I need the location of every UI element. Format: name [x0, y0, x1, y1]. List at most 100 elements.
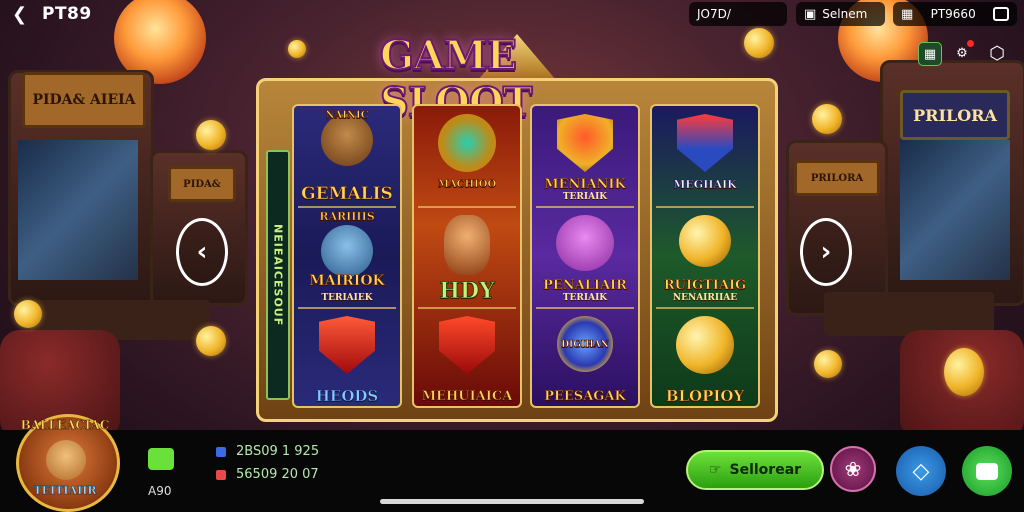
side-rail-text: NEIEAICESOUF	[271, 223, 285, 327]
avatar-face-icon	[46, 440, 86, 480]
status-pill-text: JO7D/	[697, 7, 731, 21]
warrior-woman-icon	[321, 225, 373, 277]
purple-cat-icon	[556, 215, 614, 271]
slot-symbol[interactable]: DIGIHAN PEESAGAK	[532, 308, 638, 406]
diamond-outline-icon: ◇	[912, 458, 930, 484]
reel-1: NAINIC GEMALIS RARIIIIS MAIRIOK TERIAIEK…	[292, 104, 402, 408]
slot-symbol[interactable]: MEGIIAIK	[652, 106, 758, 206]
home-indicator[interactable]	[380, 499, 644, 504]
symbol-label: HDY	[439, 278, 495, 304]
slot-symbol[interactable]: MACHIOO	[414, 106, 520, 206]
arcade-sign-left: PIDA& AIEIA	[22, 72, 146, 128]
warrior-hero-icon	[444, 215, 490, 275]
symbol-sublabel: TERIAIK	[562, 192, 608, 202]
symbol-sublabel: TERIAIK	[562, 293, 608, 303]
symbol-top-label: MEGIIAIK	[673, 178, 737, 192]
symbol-label: PENALIAIR	[543, 278, 627, 294]
reel-2: MACHIOO HDY MEHUIAICA	[412, 104, 522, 408]
floating-coin	[14, 300, 42, 328]
arcade-sign-left-small: PIDA&	[168, 166, 236, 202]
slot-symbol[interactable]: RARIIIIS MAIRIOK TERIAIEK	[294, 207, 400, 307]
player-value: A90	[148, 484, 172, 498]
stat-text: 56509 20 07	[236, 467, 319, 482]
chest-icon: ▦	[901, 6, 914, 22]
stat-text: 2BS09 1 925	[236, 444, 320, 459]
slot-symbol[interactable]: RUIGTIAIG NENAIRIIAE	[652, 207, 758, 307]
avatar-bottom-text: TEITIAIIR	[33, 484, 97, 497]
slot-symbol[interactable]: HEODS	[294, 308, 400, 406]
symbol-label: BLOPIOY	[665, 387, 745, 405]
symbol-top-label: NAINIC	[325, 110, 369, 122]
floating-coin	[288, 40, 306, 58]
floating-coin	[944, 348, 984, 396]
robot-icon	[148, 448, 174, 470]
gift-icon: ▣	[804, 6, 817, 22]
symbol-label: MEHUIAICA	[421, 389, 513, 405]
slot-symbol[interactable]: MENIANIK TERIAIK	[532, 106, 638, 206]
golden-shield-icon	[557, 114, 613, 172]
reel-3: MENIANIK TERIAIK PENALIAIR TERIAIK DIGIH…	[530, 104, 640, 408]
blue-square-icon	[216, 446, 226, 457]
slot-symbol[interactable]: MEHUIAICA	[414, 308, 520, 406]
symbol-label: MAIRIOK	[309, 273, 385, 289]
stat-row: 2BS09 1 925	[216, 444, 319, 459]
diamond-button[interactable]: ◇	[896, 446, 946, 496]
symbol-top-label: MACHIOO	[437, 179, 497, 191]
settings-cube-icon[interactable]: ▦	[918, 42, 942, 66]
symbol-top-label: RARIIIIS	[319, 210, 375, 224]
prev-arrow-button[interactable]: ‹	[176, 218, 228, 286]
side-rail: NEIEAICESOUF	[266, 150, 290, 400]
game-title: GAME SLOOT	[379, 31, 533, 127]
gift-pill[interactable]: ▣ Selnem	[796, 2, 885, 26]
slot-symbol[interactable]: PENALIAIR TERIAIK	[532, 207, 638, 307]
symbol-label: GEMALIS	[301, 184, 393, 204]
balance-pill[interactable]: ▦ PT9660	[893, 2, 1017, 26]
spin-button[interactable]: ☞ Sellorear	[686, 450, 824, 490]
hand-icon: ☞	[708, 462, 722, 478]
arcade-screen-right	[900, 140, 1010, 280]
gold-coin-icon	[676, 316, 734, 374]
slot-symbol[interactable]: HDY	[414, 207, 520, 307]
chevron-right-icon: ›	[820, 237, 832, 267]
red-gem-icon	[319, 316, 375, 374]
avatar-top-text: BALLEACIAC	[20, 418, 110, 433]
back-arrow-icon[interactable]: ❮	[12, 4, 27, 25]
stat-row: 56509 20 07	[216, 467, 319, 482]
gear-flower-icon: ❀	[844, 457, 862, 481]
next-arrow-button[interactable]: ›	[800, 218, 852, 286]
slot-symbol[interactable]: NAINIC GEMALIS	[294, 106, 400, 206]
slot-symbol[interactable]: BLOPIOY	[652, 308, 758, 406]
floating-coin	[812, 104, 842, 134]
chat-icon	[976, 462, 998, 480]
floating-coin	[814, 350, 842, 378]
red-square-icon	[216, 469, 226, 480]
brand-name: PT89	[42, 4, 92, 24]
floating-coin	[196, 120, 226, 150]
hexagon-icon[interactable]: ⬡	[986, 42, 1008, 64]
symbol-label: MENIANIK	[544, 177, 626, 193]
symbol-label: RUIGTIAIG	[663, 278, 747, 294]
symbol-sublabel: TERIAIEK	[321, 293, 373, 303]
gear-flower-button[interactable]: ❀	[830, 446, 876, 492]
notification-dot	[967, 40, 974, 47]
blue-shield-icon	[677, 114, 733, 172]
arcade-screen-left	[18, 140, 138, 280]
floating-coin	[196, 326, 226, 356]
floating-coin	[744, 28, 774, 58]
status-pill[interactable]: JO7D/	[689, 2, 787, 26]
red-shield-icon	[439, 316, 495, 374]
symbol-top-label: DIGIHAN	[561, 340, 609, 351]
chat-button[interactable]	[962, 446, 1012, 496]
arcade-sign-right-small: PRILORA	[794, 160, 880, 196]
spin-button-label: Sellorear	[729, 462, 802, 478]
symbol-sublabel: NENAIRIIAE	[672, 293, 738, 303]
chevron-left-icon: ‹	[196, 237, 208, 267]
symbol-label: HEODS	[315, 387, 379, 405]
symbol-label: PEESAGAK	[544, 389, 626, 405]
golden-orb-icon	[679, 215, 731, 267]
golden-mask-icon	[438, 114, 496, 172]
reel-4: MEGIIAIK RUIGTIAIG NENAIRIIAE BLOPIOY	[650, 104, 760, 408]
gift-pill-text: Selnem	[822, 7, 868, 21]
wallet-icon[interactable]	[993, 7, 1009, 21]
arcade-sign-right: PRILORA	[900, 90, 1010, 140]
